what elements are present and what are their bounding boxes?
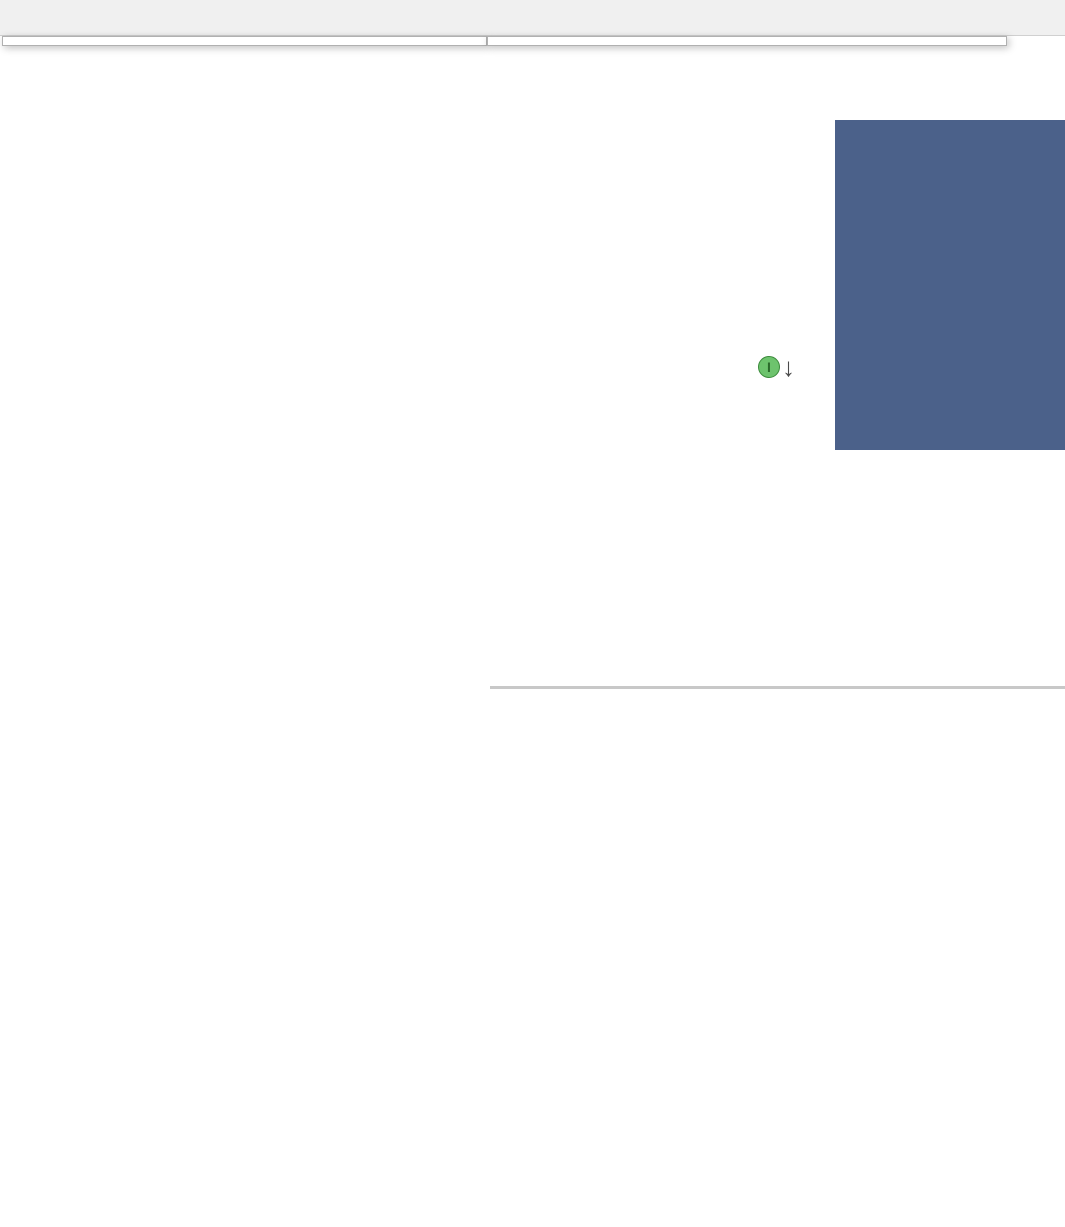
override-gutter-icon[interactable]: I [758, 356, 780, 378]
run-config-tab[interactable] [490, 694, 514, 706]
file-menu-dropdown [2, 36, 487, 46]
menubar [0, 0, 1065, 36]
new-submenu [487, 36, 1007, 46]
separator [490, 686, 1065, 689]
override-down-arrow-icon: ↓ [782, 352, 795, 383]
run-config-tab-row [490, 694, 514, 706]
editor-background [835, 120, 1065, 450]
